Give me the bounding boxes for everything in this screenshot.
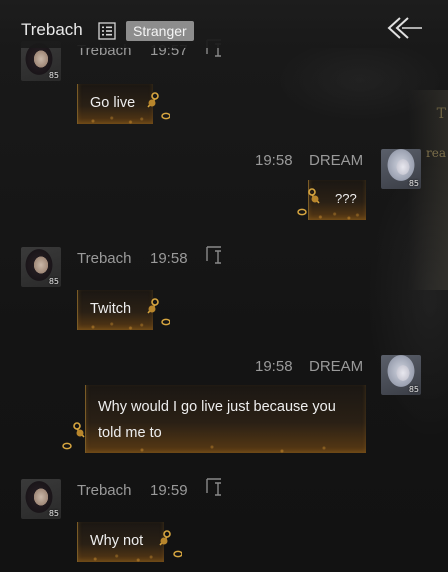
avatar-level: 85 (408, 385, 419, 394)
stranger-badge: Stranger (126, 21, 194, 41)
message-text: Twitch (90, 301, 132, 317)
avatar-level: 85 (48, 71, 59, 80)
avatar-level: 85 (48, 509, 59, 518)
timestamp: 19:58 (150, 250, 188, 267)
coin-charm-icon (147, 92, 170, 120)
background (0, 0, 448, 572)
message-bubble[interactable]: Why not (77, 522, 164, 562)
avatar[interactable]: 85 (21, 247, 61, 287)
coin-charm-icon (147, 298, 170, 326)
sender-name: DREAM (309, 152, 364, 169)
list-icon[interactable] (98, 22, 116, 40)
avatar[interactable]: 85 (21, 479, 61, 519)
background-text: T (436, 106, 446, 122)
avatar[interactable]: 85 (381, 355, 421, 395)
bubble-sparkle (78, 552, 164, 562)
message-text: ??? (335, 191, 357, 206)
translate-icon[interactable] (204, 245, 224, 265)
avatar-level: 85 (48, 277, 59, 286)
sender-name: DREAM (309, 358, 364, 375)
message-text-line-1: Why would I go live just because you (98, 399, 336, 415)
coin-charm-icon (159, 530, 182, 558)
timestamp: 19:58 (255, 358, 293, 375)
avatar-level: 85 (408, 179, 419, 188)
timestamp: 19:59 (150, 482, 188, 499)
chat-header: Trebach Stranger (0, 0, 448, 48)
sender-name: Trebach (77, 250, 132, 267)
coin-charm-icon (62, 422, 85, 450)
chat-title: Trebach (21, 20, 83, 39)
background-text: rea (426, 146, 446, 160)
timestamp: 19:58 (255, 152, 293, 169)
sender-name: Trebach (77, 482, 132, 499)
translate-icon[interactable] (204, 477, 224, 497)
message-text: Go live (90, 95, 136, 111)
coin-charm-icon (297, 188, 320, 216)
message-text: Why not (90, 533, 144, 549)
back-arrow-icon[interactable] (384, 14, 424, 42)
avatar[interactable]: 85 (381, 149, 421, 189)
message-bubble[interactable]: Why would I go live just because you tol… (85, 385, 366, 453)
bubble-sparkle (86, 443, 366, 453)
